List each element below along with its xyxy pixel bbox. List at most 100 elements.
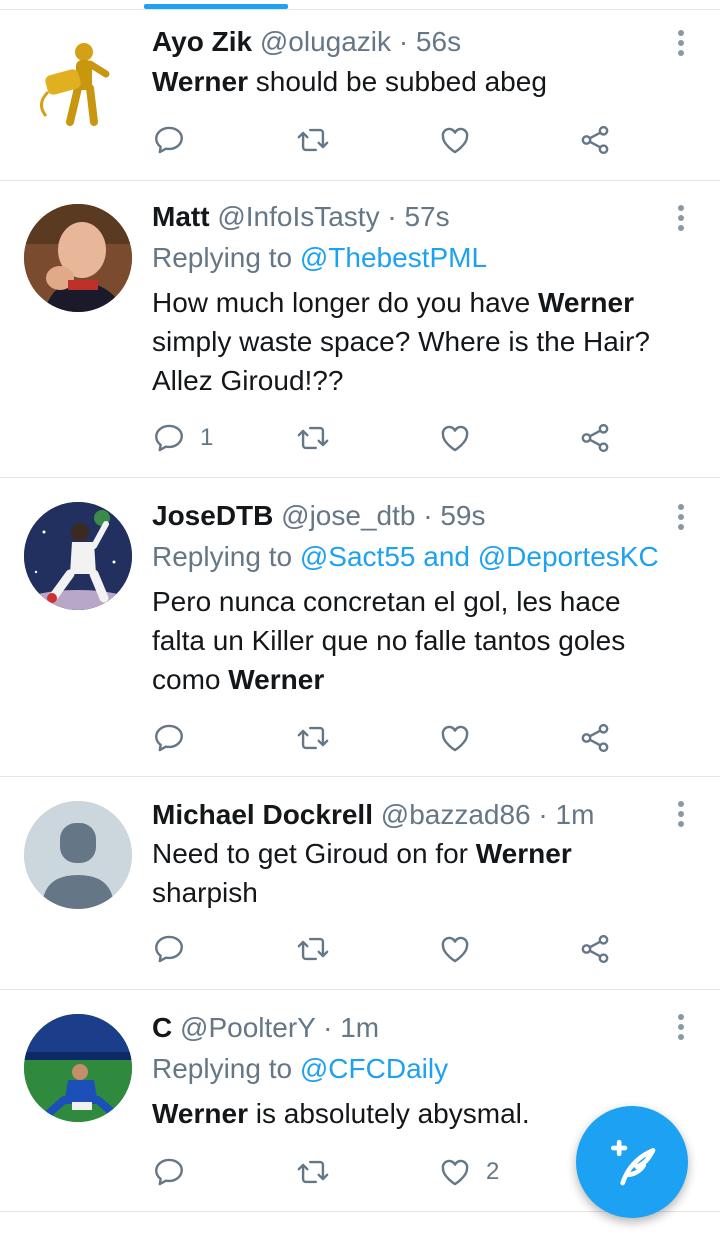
heart-icon: [441, 936, 469, 963]
text-segment: sharpish: [152, 877, 258, 908]
retweet-icon: [297, 426, 329, 450]
tweet[interactable]: Ayo Zik @olugazik · 56s Werner should be…: [0, 10, 720, 181]
timestamp[interactable]: 56s: [416, 26, 461, 57]
tweet-actions: [152, 718, 622, 758]
tweet-actions: [152, 929, 622, 969]
separator: ·: [538, 799, 548, 830]
display-name[interactable]: Ayo Zik: [152, 26, 252, 57]
tweet[interactable]: JoseDTB @jose_dtb · 59s Replying to @Sac…: [0, 478, 720, 777]
reply-target-link[interactable]: @ThebestPML: [300, 242, 487, 273]
share-icon: [581, 423, 609, 453]
display-name[interactable]: C: [152, 1012, 172, 1043]
avatar[interactable]: [24, 204, 132, 312]
tweet-text: How much longer do you have Werner simpl…: [152, 283, 680, 400]
next-tweet-partial[interactable]: [0, 1212, 720, 1239]
timestamp[interactable]: 59s: [440, 500, 485, 531]
user-handle[interactable]: @bazzad86: [381, 799, 531, 830]
like-button[interactable]: [438, 718, 486, 758]
retweet-button[interactable]: [296, 1152, 344, 1192]
user-handle[interactable]: @PoolterY: [180, 1012, 315, 1043]
timestamp[interactable]: 1m: [340, 1012, 379, 1043]
tab-bar: [0, 0, 720, 10]
heart-icon: [441, 425, 469, 452]
tweet-text: Need to get Giroud on for Werner sharpis…: [152, 834, 680, 912]
more-vertical-icon[interactable]: [676, 1014, 686, 1044]
retweet-button[interactable]: [296, 718, 344, 758]
tweet-actions: 1: [152, 418, 622, 458]
reply-button[interactable]: [152, 1152, 200, 1192]
bold-keyword: Werner: [228, 664, 325, 695]
avatar[interactable]: [24, 1014, 132, 1122]
avatar[interactable]: [24, 30, 132, 138]
separator: ·: [323, 1012, 333, 1043]
retweet-icon: [297, 1160, 329, 1184]
heart-icon: [441, 1159, 469, 1186]
tweet-header: JoseDTB @jose_dtb · 59s: [152, 500, 660, 532]
display-name[interactable]: JoseDTB: [152, 500, 273, 531]
reply-button[interactable]: [152, 718, 200, 758]
compose-tweet-icon: [611, 1139, 656, 1186]
text-segment: simply waste space? Where is the Hair? A…: [152, 326, 650, 396]
display-name[interactable]: Matt: [152, 201, 210, 232]
more-vertical-icon[interactable]: [676, 205, 686, 235]
reply-target-link[interactable]: @CFCDaily: [300, 1053, 448, 1084]
tweet[interactable]: Michael Dockrell @bazzad86 · 1m Need to …: [0, 777, 720, 990]
share-button[interactable]: [578, 120, 612, 160]
reply-icon: [155, 126, 183, 154]
reply-button[interactable]: 1: [152, 418, 213, 458]
user-handle[interactable]: @jose_dtb: [281, 500, 415, 531]
like-button[interactable]: [438, 929, 486, 969]
active-tab-indicator: [144, 4, 288, 9]
share-button[interactable]: [578, 418, 612, 458]
retweet-button[interactable]: [296, 929, 344, 969]
timestamp[interactable]: 1m: [556, 799, 595, 830]
text-segment: Need to get Giroud on for: [152, 838, 476, 869]
replying-to: Replying to @ThebestPML: [152, 242, 487, 274]
replying-to: Replying to @CFCDaily: [152, 1053, 448, 1085]
bold-keyword: Werner: [152, 66, 248, 97]
avatar[interactable]: [24, 502, 132, 610]
text-segment: Pero nunca concretan el gol, les hace fa…: [152, 586, 626, 695]
share-icon: [581, 125, 609, 155]
replying-to-label: Replying to: [152, 242, 293, 273]
retweet-button[interactable]: [296, 418, 344, 458]
separator: ·: [387, 201, 397, 232]
retweet-icon: [297, 128, 329, 152]
reply-button[interactable]: [152, 929, 200, 969]
user-handle[interactable]: @olugazik: [260, 26, 391, 57]
tweet-text: Pero nunca concretan el gol, les hace fa…: [152, 582, 680, 699]
like-count: 2: [486, 1158, 500, 1185]
more-vertical-icon[interactable]: [676, 30, 686, 60]
retweet-button[interactable]: [296, 120, 344, 160]
timestamp[interactable]: 57s: [404, 201, 449, 232]
separator: ·: [423, 500, 433, 531]
bold-keyword: Werner: [475, 838, 572, 869]
more-vertical-icon[interactable]: [676, 504, 686, 534]
tweet[interactable]: Matt @InfoIsTasty · 57s Replying to @The…: [0, 181, 720, 478]
bold-keyword: Werner: [538, 287, 634, 318]
tweet-text: Werner should be subbed abeg: [152, 62, 680, 101]
more-vertical-icon[interactable]: [676, 801, 686, 831]
replying-to-label: Replying to: [152, 1053, 293, 1084]
heart-icon: [441, 725, 469, 752]
share-button[interactable]: [578, 929, 612, 969]
compose-tweet-button[interactable]: [576, 1106, 688, 1218]
like-button[interactable]: [438, 418, 486, 458]
tweet-header: Ayo Zik @olugazik · 56s: [152, 26, 660, 58]
reply-icon: [155, 935, 183, 963]
avatar[interactable]: [24, 801, 132, 909]
tweet-header: Michael Dockrell @bazzad86 · 1m: [152, 799, 660, 831]
like-button[interactable]: [438, 120, 486, 160]
bold-keyword: Werner: [152, 1098, 248, 1129]
display-name[interactable]: Michael Dockrell: [152, 799, 373, 830]
reply-button[interactable]: [152, 120, 200, 160]
share-button[interactable]: [578, 718, 612, 758]
replying-to-label: Replying to: [152, 541, 293, 572]
reply-target-link[interactable]: @Sact55 and @DeportesKC: [300, 541, 659, 572]
like-button[interactable]: 2: [438, 1152, 499, 1192]
text-segment: should be subbed abeg: [247, 66, 547, 97]
separator: ·: [398, 26, 409, 57]
tweet-actions: [152, 120, 622, 160]
user-handle[interactable]: @InfoIsTasty: [217, 201, 379, 232]
tweet-header: C @PoolterY · 1m: [152, 1012, 660, 1044]
